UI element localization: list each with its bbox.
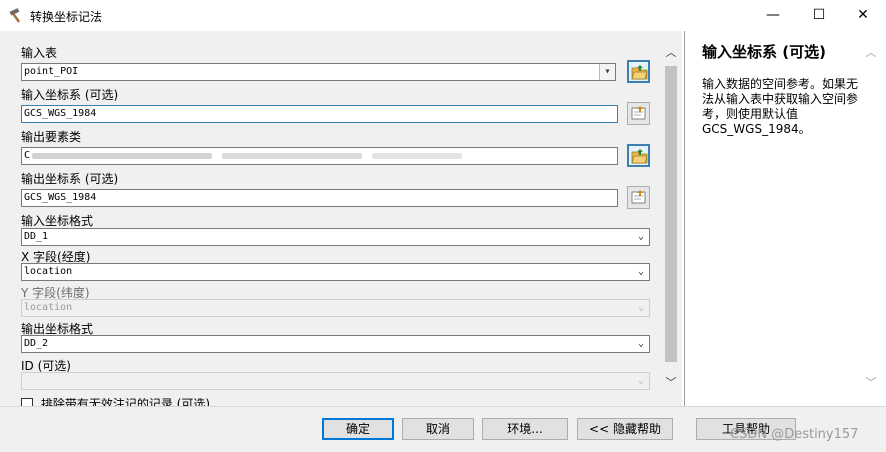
title-bar: 转换坐标记法 — ☐ ✕: [0, 0, 886, 31]
help-body: 输入数据的空间参考。如果无法从输入表中获取输入空间参考，则使用默认值 GCS_W…: [702, 77, 859, 136]
input-format-select[interactable]: DD_1 ⌄: [21, 228, 650, 246]
redacted-path-blur: [32, 153, 212, 159]
input-table-value: point_POI: [24, 66, 79, 77]
output-cs-label: 输出坐标系 (可选): [21, 172, 119, 186]
x-field-select[interactable]: location ⌄: [21, 263, 650, 281]
input-cs-field[interactable]: GCS_WGS_1984: [21, 105, 618, 123]
output-format-select[interactable]: DD_2 ⌄: [21, 335, 650, 353]
ok-button[interactable]: 确定: [322, 418, 394, 440]
cancel-button[interactable]: 取消: [402, 418, 474, 440]
exclude-invalid-label: 排除带有无效注记的记录 (可选): [40, 398, 211, 406]
browse-output-fc-button[interactable]: [627, 144, 650, 167]
maximize-button[interactable]: ☐: [796, 0, 842, 31]
chevron-down-icon[interactable]: ⌄: [633, 264, 649, 280]
output-fc-field[interactable]: C: [21, 147, 618, 165]
spatial-reference-icon: [631, 190, 646, 204]
browse-input-table-button[interactable]: [627, 60, 650, 83]
input-table-select[interactable]: point_POI ▾: [21, 63, 616, 81]
help-scrollbar[interactable]: ︿ ﹀: [862, 42, 880, 394]
input-format-value: DD_1: [24, 231, 49, 242]
watermark: CSDN @Destiny157: [730, 427, 859, 442]
input-format-label: 输入坐标格式: [21, 214, 94, 228]
spatial-reference-icon: [631, 106, 646, 120]
id-field-select: ⌄: [21, 372, 650, 390]
output-cs-properties-button[interactable]: [627, 186, 650, 209]
x-field-value: location: [24, 266, 73, 277]
hammer-icon: [8, 7, 24, 23]
y-field-value: location: [24, 302, 73, 313]
scroll-down-icon[interactable]: ﹀: [862, 374, 880, 392]
scroll-up-icon[interactable]: ︿: [862, 44, 880, 62]
input-table-label: 输入表: [21, 46, 58, 60]
output-fc-value: C: [24, 150, 31, 161]
minimize-button[interactable]: —: [750, 0, 796, 31]
button-bar: 确定 取消 环境... << 隐藏帮助 工具帮助 CSDN @Destiny15…: [0, 406, 886, 452]
hide-help-button[interactable]: << 隐藏帮助: [577, 418, 673, 440]
chevron-down-icon: ⌄: [637, 302, 645, 313]
output-fc-label: 输出要素类: [21, 130, 82, 144]
chevron-down-icon: ⌄: [637, 375, 645, 386]
form-scrollbar[interactable]: ︿ ﹀: [662, 42, 680, 394]
output-cs-field[interactable]: GCS_WGS_1984: [21, 189, 618, 207]
scroll-down-icon[interactable]: ﹀: [662, 374, 680, 392]
open-folder-icon: [631, 149, 648, 164]
scroll-thumb[interactable]: [665, 66, 677, 362]
redacted-path-blur: [372, 153, 462, 159]
chevron-down-icon[interactable]: ▾: [599, 64, 615, 80]
scroll-up-icon[interactable]: ︿: [662, 44, 680, 62]
input-cs-properties-button[interactable]: [627, 102, 650, 125]
chevron-down-icon[interactable]: ⌄: [633, 229, 649, 245]
input-cs-label: 输入坐标系 (可选): [21, 88, 119, 102]
exclude-invalid-row[interactable]: 排除带有无效注记的记录 (可选): [21, 398, 210, 406]
help-panel: 输入坐标系 (可选) 输入数据的空间参考。如果无法从输入表中获取输入空间参考，则…: [684, 31, 886, 406]
chevron-down-icon[interactable]: ⌄: [633, 336, 649, 352]
exclude-invalid-checkbox[interactable]: [21, 398, 33, 406]
redacted-path-blur: [222, 153, 362, 159]
help-title: 输入坐标系 (可选): [702, 43, 826, 61]
close-button[interactable]: ✕: [840, 0, 886, 31]
window-title: 转换坐标记法: [30, 10, 103, 24]
y-field-select: location ⌄: [21, 299, 650, 317]
open-folder-icon: [631, 65, 648, 80]
output-format-value: DD_2: [24, 338, 49, 349]
parameters-panel: 输入表 point_POI ▾ 输入坐标系 (可选) GCS_WGS_1984 …: [0, 31, 682, 406]
environments-button[interactable]: 环境...: [482, 418, 568, 440]
